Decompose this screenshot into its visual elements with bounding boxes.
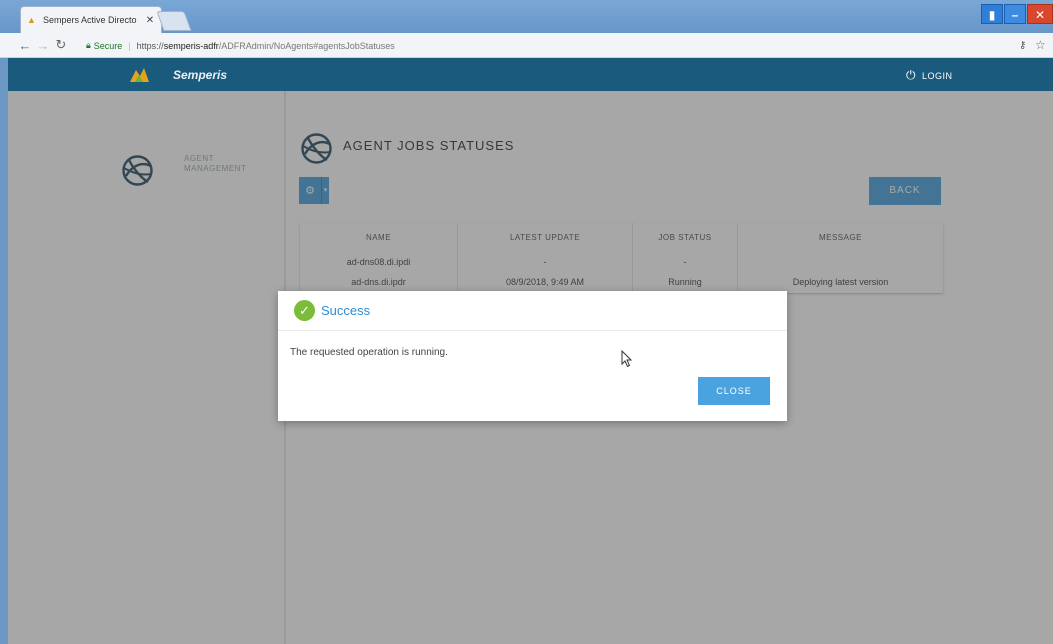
secure-label: Secure [93,40,123,51]
dialog-title: Success [321,303,371,318]
check-circle-icon: ✓ [294,300,315,321]
minimize-button[interactable]: – [1004,4,1026,24]
url-host: semperis-adfr [163,40,219,51]
close-button[interactable]: CLOSE [698,377,770,405]
browser-toolbar: ← → ↻ 🔒︎ Secure | https:// semperis-adfr… [0,33,1053,58]
power-icon: ⏻ [906,68,916,82]
back-arrow-icon[interactable]: ← [16,38,34,53]
browser-tab[interactable]: ▲ Sempers Active Directo ✕ [20,6,162,33]
window-icon-button[interactable]: ▮ [981,4,1003,24]
window-border [0,58,8,644]
address-bar[interactable]: 🔒︎ Secure | https:// semperis-adfr /ADFR… [86,37,1016,54]
app-header: Semperis ⏻ LOGIN [8,58,1053,91]
window-close-button[interactable]: ✕ [1027,4,1053,24]
dialog-header: ✓ Success [278,291,787,331]
key-icon[interactable]: ⚷ [1019,40,1026,51]
brand-name[interactable]: Semperis [173,68,227,82]
title-bar: ▲ Sempers Active Directo ✕ ▮ – ✕ [0,0,1053,33]
lock-icon: 🔒︎ [86,40,91,50]
semperis-logo-icon[interactable] [128,64,150,84]
login-button[interactable]: ⏻ LOGIN [906,68,953,83]
tab-title: Sempers Active Directo [43,15,137,25]
new-tab-button[interactable] [156,11,192,31]
reload-icon[interactable]: ↻ [52,37,70,53]
url-path: /ADFRAdmin/NoAgents#agentsJobStatuses [218,40,395,51]
address-separator: | [128,40,131,51]
browser-window: ▲ Sempers Active Directo ✕ ▮ – ✕ ← → ↻ 🔒… [0,0,1053,644]
login-label: LOGIN [922,70,953,81]
dialog-message: The requested operation is running. [290,347,448,358]
success-dialog: ✓ Success The requested operation is run… [278,291,787,421]
forward-arrow-icon[interactable]: → [34,38,52,53]
semperis-favicon-icon: ▲ [27,15,36,25]
star-icon[interactable]: ☆ [1035,38,1046,52]
mouse-cursor-icon [621,350,633,368]
url-protocol: https:// [136,40,164,51]
tab-close-icon[interactable]: ✕ [145,15,155,26]
